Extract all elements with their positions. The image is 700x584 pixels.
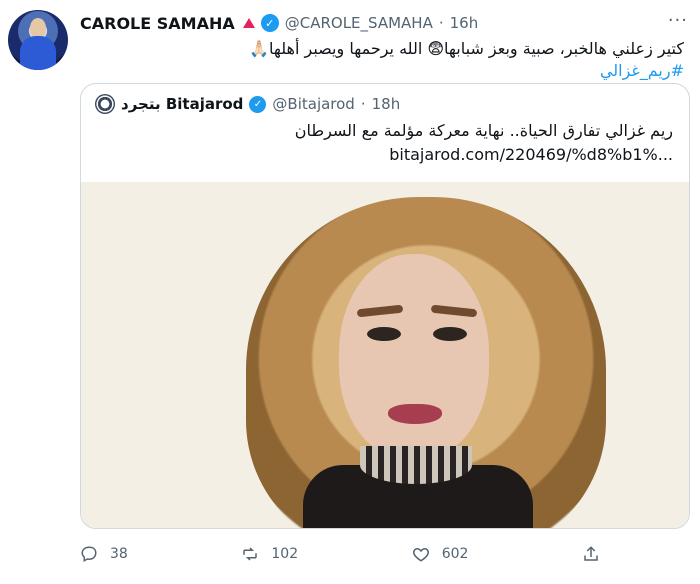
quoted-tweet-text: ريم غزالي تفارق الحياة.. نهاية معركة مؤل… — [294, 121, 673, 140]
verified-icon: ✓ — [249, 95, 267, 113]
quoted-display-name[interactable]: بتجرد Bitajarod — [121, 95, 243, 113]
red-triangle-icon — [242, 18, 255, 28]
quoted-handle[interactable]: @Bitajarod — [272, 95, 354, 113]
user-handle[interactable]: @CAROLE_SAMAHA — [285, 14, 433, 32]
more-icon[interactable]: ··· — [668, 10, 688, 31]
avatar-figure — [30, 18, 46, 38]
tweet-main-text: كتير زعلني هالخبر، صبية وبعز شبابها😨 الل… — [249, 39, 684, 58]
reply-button[interactable]: 38 — [80, 545, 128, 563]
quoted-tweet-card[interactable]: بتجرد Bitajarod ✓ @Bitajarod · 18h ريم غ… — [80, 83, 690, 529]
mouth-shape — [388, 404, 442, 424]
verified-icon: ✓ — [260, 14, 279, 32]
quoted-tweet-image[interactable] — [81, 182, 689, 528]
retweet-icon — [243, 547, 258, 561]
quoted-separator-dot: · — [360, 95, 366, 113]
tweet-time[interactable]: 16h — [450, 14, 479, 32]
share-button[interactable] — [582, 545, 600, 563]
tweet-actions: 38 102 602 — [80, 542, 600, 566]
collar-shape — [360, 446, 472, 484]
tweet-hashtag[interactable]: #ريم_غزالي — [600, 61, 684, 80]
like-button[interactable]: 602 — [412, 545, 469, 563]
avatar-gown — [20, 36, 56, 70]
quoted-tweet-header: بتجرد Bitajarod ✓ @Bitajarod · 18h — [95, 93, 400, 115]
right-eye-shape — [433, 327, 467, 341]
tweet-text: كتير زعلني هالخبر، صبية وبعز شبابها😨 الل… — [80, 38, 684, 82]
quoted-tweet-link[interactable]: bitajarod.com/220469/%d8%b1%... — [389, 145, 673, 164]
face-shape — [339, 254, 489, 459]
like-icon — [412, 547, 429, 562]
profile-avatar[interactable] — [8, 10, 68, 70]
quoted-avatar[interactable] — [95, 94, 115, 114]
display-name[interactable]: CAROLE SAMAHA — [80, 14, 235, 33]
reply-count: 38 — [110, 546, 128, 562]
left-eye-shape — [367, 327, 401, 341]
share-icon — [584, 546, 598, 561]
quoted-tweet-time[interactable]: 18h — [372, 95, 401, 113]
retweet-count: 102 — [271, 546, 299, 562]
reply-icon — [81, 546, 97, 563]
separator-dot: · — [438, 14, 444, 32]
retweet-button[interactable]: 102 — [241, 545, 298, 563]
like-count: 602 — [441, 546, 469, 562]
tweet-header: CAROLE SAMAHA ✓ @CAROLE_SAMAHA · 16h — [80, 10, 478, 36]
